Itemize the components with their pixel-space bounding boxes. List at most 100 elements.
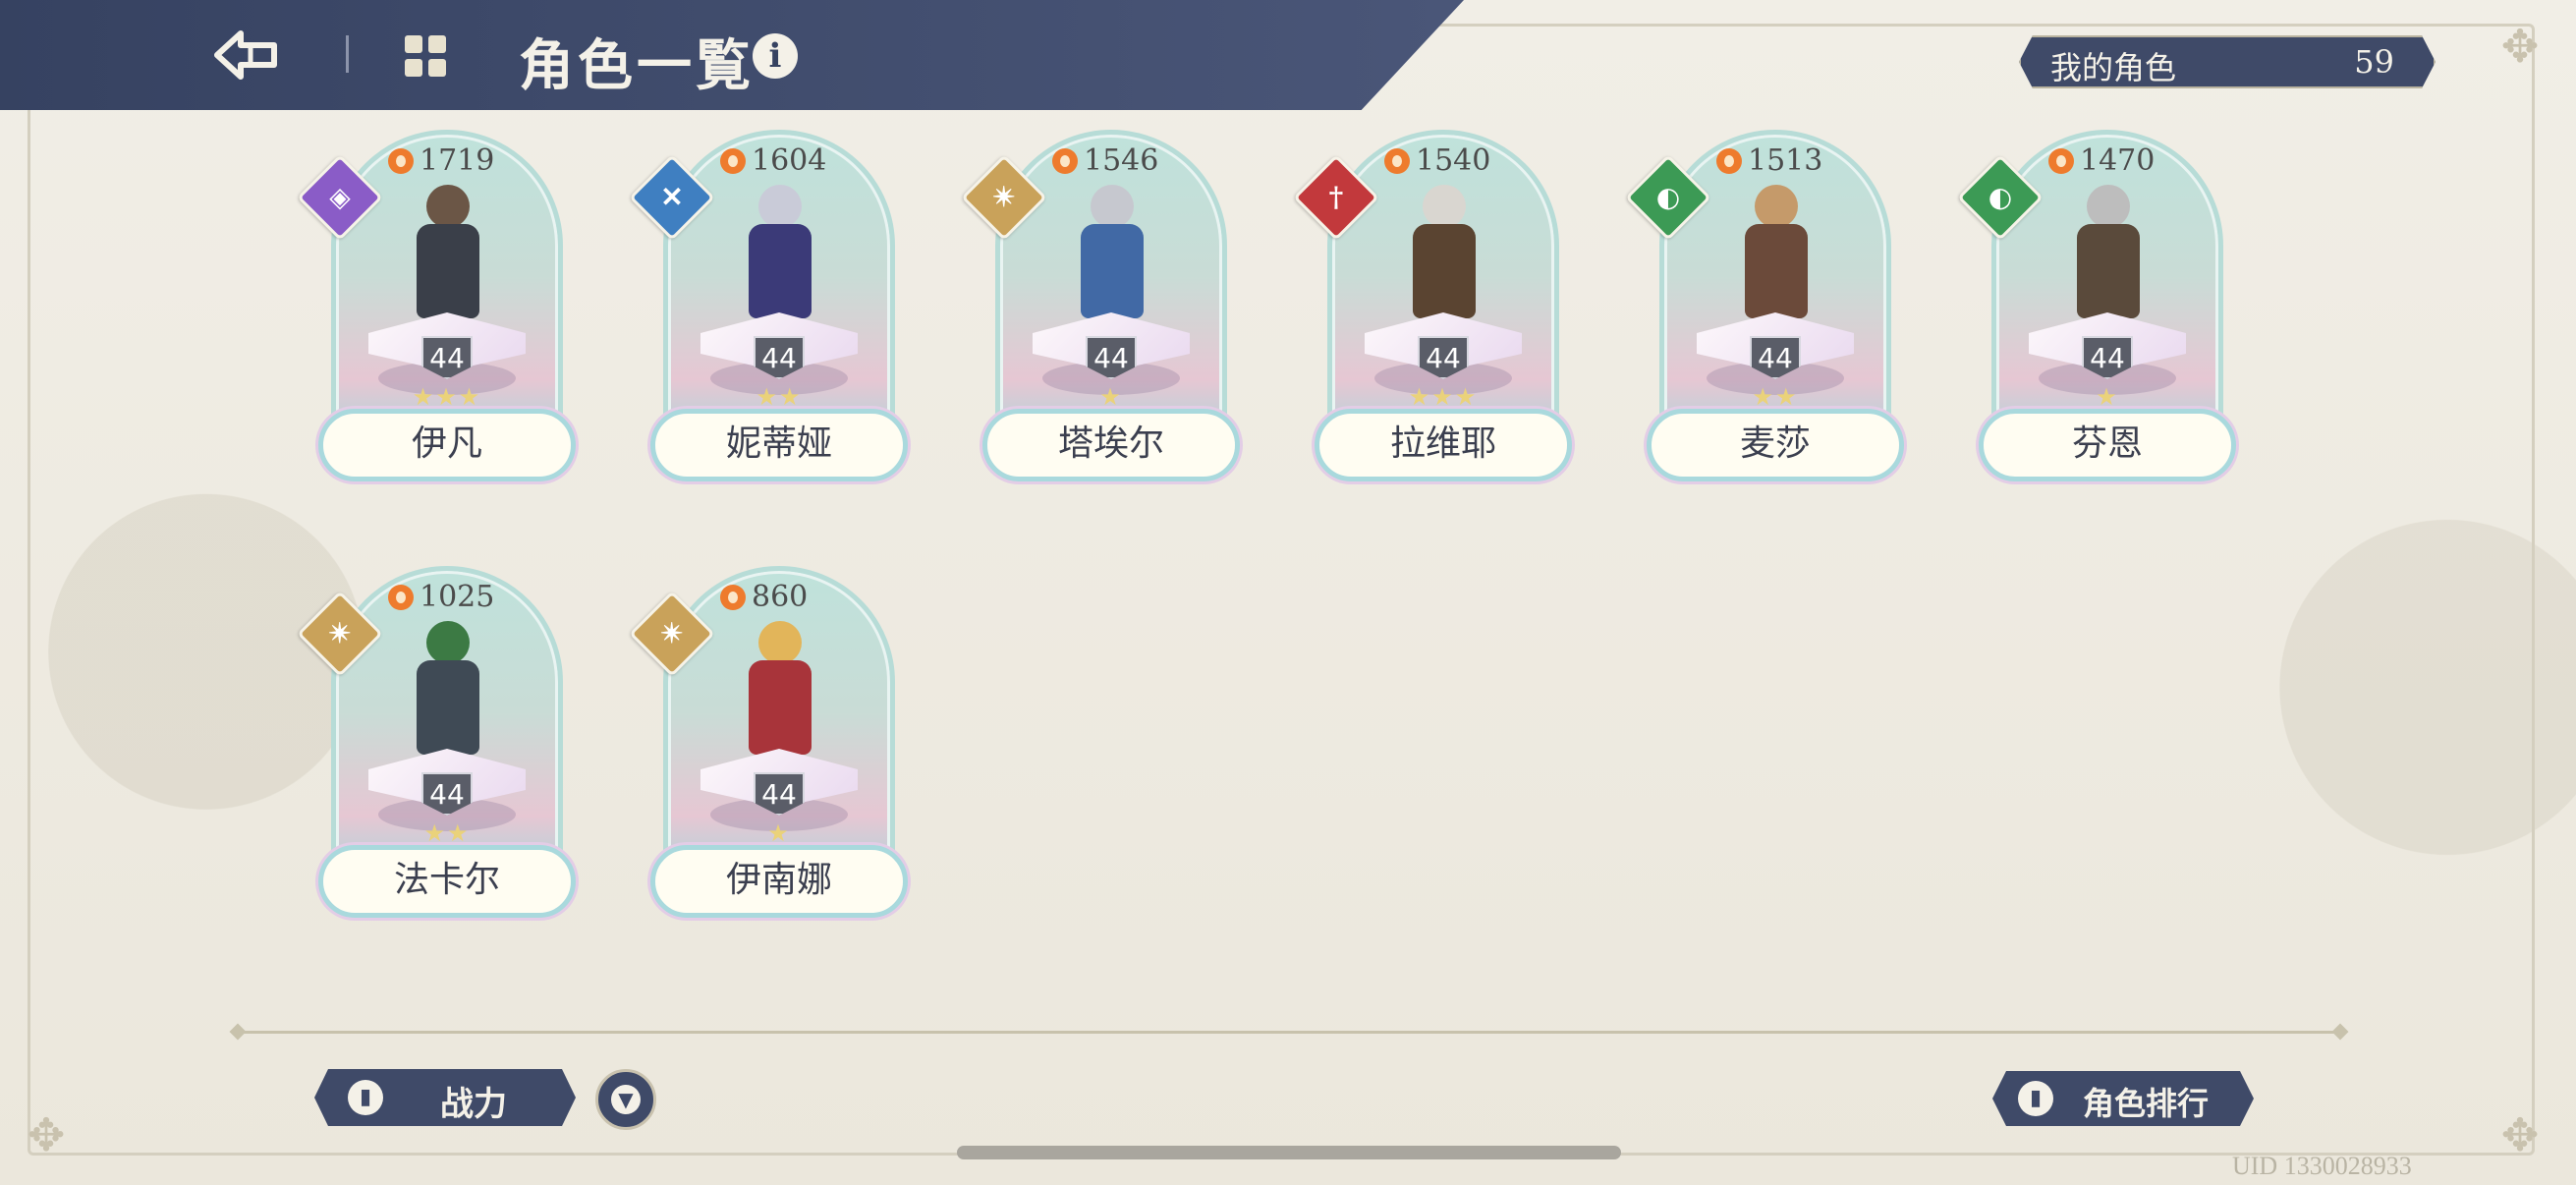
- flame-icon: [388, 584, 414, 610]
- flame-icon: [720, 147, 746, 174]
- power-rating: 1546: [1052, 143, 1158, 178]
- element-wind-icon: ◐: [1655, 181, 1681, 213]
- my-characters-counter: 我的角色 59: [2019, 35, 2436, 88]
- power-rating: 1025: [388, 580, 494, 614]
- star-rating: ★★: [423, 819, 471, 847]
- sprite-body: [749, 224, 812, 318]
- power-value: 1513: [1748, 143, 1823, 178]
- element-blue-icon: ✕: [660, 181, 684, 213]
- character-name: 法卡尔: [318, 845, 576, 918]
- grid-icon[interactable]: [403, 33, 448, 79]
- character-sprite: [1067, 185, 1155, 332]
- power-value: 1604: [752, 143, 827, 178]
- info-icon[interactable]: i: [753, 33, 798, 79]
- sprite-body: [2077, 224, 2140, 318]
- header-divider: [346, 35, 349, 73]
- element-wind-icon: ◐: [1988, 181, 2013, 213]
- flame-icon: [1716, 147, 1742, 174]
- star-rating: ★★★: [412, 383, 482, 411]
- character-sprite: [1731, 185, 1820, 332]
- power-value: 1546: [1084, 143, 1159, 178]
- sprite-head: [1755, 185, 1798, 228]
- power-rating: 1719: [388, 143, 494, 178]
- sprite-head: [1091, 185, 1134, 228]
- corner-ornament-icon: ✥: [2500, 20, 2540, 73]
- sprite-head: [758, 185, 802, 228]
- star-rating: ★: [1099, 383, 1123, 411]
- character-card[interactable]: 1546 44 ★ ✴ 塔埃尔: [961, 130, 1249, 503]
- sprite-body: [1745, 224, 1808, 318]
- power-value: 1470: [2080, 143, 2156, 178]
- character-ranking-button[interactable]: ▮ 角色排行: [1992, 1071, 2254, 1126]
- corner-ornament-icon: ✥: [27, 1108, 66, 1161]
- my-characters-label: 我的角色: [2050, 49, 2177, 86]
- character-name: 伊南娜: [650, 845, 908, 918]
- character-card[interactable]: 860 44 ★ ✴ 伊南娜: [629, 566, 917, 939]
- character-name: 麦莎: [1647, 409, 1904, 481]
- power-value: 1540: [1416, 143, 1491, 178]
- star-rating: ★★: [756, 383, 803, 411]
- flame-icon: [1384, 147, 1410, 174]
- character-card[interactable]: 1513 44 ★★ ◐ 麦莎: [1625, 130, 1913, 503]
- character-sprite: [735, 621, 823, 768]
- character-name: 伊凡: [318, 409, 576, 481]
- element-light-icon: ✴: [660, 617, 684, 649]
- element-purple-icon: ◈: [329, 181, 351, 213]
- page-title: 角色一覧: [519, 33, 755, 98]
- bar-chart-icon: ▮: [348, 1080, 383, 1115]
- sprite-head: [426, 621, 470, 664]
- character-sprite: [403, 621, 491, 768]
- character-name: 塔埃尔: [982, 409, 1240, 481]
- sprite-body: [417, 660, 479, 755]
- power-rating: 860: [720, 580, 808, 614]
- flame-icon: [2048, 147, 2074, 174]
- power-value: 1025: [420, 580, 495, 614]
- user-id: UID 1330028933: [2232, 1152, 2412, 1180]
- sort-by-power-button[interactable]: ▮ 战力: [314, 1069, 576, 1126]
- character-card[interactable]: 1604 44 ★★ ✕ 妮蒂娅: [629, 130, 917, 503]
- star-rating: ★★★: [1408, 383, 1479, 411]
- character-sprite: [735, 185, 823, 332]
- star-rating: ★: [2096, 383, 2119, 411]
- sprite-head: [1423, 185, 1466, 228]
- power-rating: 1604: [720, 143, 826, 178]
- star-rating: ★: [767, 819, 791, 847]
- power-rating: 1470: [2048, 143, 2155, 178]
- character-sprite: [2063, 185, 2152, 332]
- character-name: 妮蒂娅: [650, 409, 908, 481]
- character-name: 拉维耶: [1315, 409, 1572, 481]
- filter-button[interactable]: ▼: [595, 1069, 656, 1130]
- flame-icon: [1052, 147, 1078, 174]
- home-indicator[interactable]: [957, 1146, 1621, 1159]
- character-sprite: [403, 185, 491, 332]
- filter-icon: ▼: [611, 1085, 641, 1114]
- sprite-head: [2087, 185, 2130, 228]
- back-button[interactable]: [211, 24, 280, 86]
- element-light-icon: ✴: [992, 181, 1016, 213]
- divider-line: [236, 1031, 2340, 1034]
- power-rating: 1540: [1384, 143, 1490, 178]
- sprite-body: [1081, 224, 1144, 318]
- character-card[interactable]: 1540 44 ★★★ † 拉维耶: [1293, 130, 1581, 503]
- sprite-body: [749, 660, 812, 755]
- sprite-head: [758, 621, 802, 664]
- back-arrow-icon: [214, 30, 277, 80]
- sprite-body: [417, 224, 479, 318]
- character-card[interactable]: 1470 44 ★ ◐ 芬恩: [1957, 130, 2245, 503]
- ranking-icon: ▮: [2018, 1081, 2053, 1116]
- character-name: 芬恩: [1979, 409, 2236, 481]
- flame-icon: [720, 584, 746, 610]
- character-card[interactable]: 1719 44 ★★★ ◈ 伊凡: [297, 130, 585, 503]
- star-rating: ★★: [1752, 383, 1799, 411]
- corner-ornament-icon: ✥: [2500, 1108, 2540, 1161]
- power-value: 1719: [420, 143, 495, 178]
- ranking-label: 角色排行: [2083, 1085, 2210, 1122]
- power-value: 860: [752, 580, 809, 614]
- element-fire-icon: †: [1328, 181, 1344, 213]
- flame-icon: [388, 147, 414, 174]
- my-characters-count: 59: [2354, 43, 2394, 81]
- character-card[interactable]: 1025 44 ★★ ✴ 法卡尔: [297, 566, 585, 939]
- sort-label: 战力: [440, 1085, 507, 1124]
- character-sprite: [1399, 185, 1487, 332]
- sprite-body: [1413, 224, 1476, 318]
